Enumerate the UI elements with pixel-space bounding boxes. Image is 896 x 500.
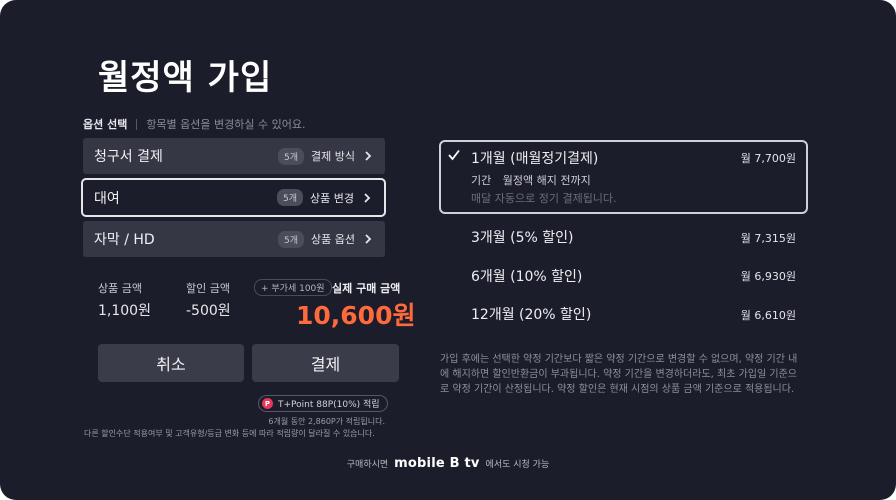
chevron-right-icon (365, 234, 372, 244)
footer-prefix: 구매하시면 (346, 460, 389, 470)
plan-price-6m: 월 6,930원 (740, 270, 796, 283)
discount-amount-value: -500원 (186, 303, 231, 319)
footer-suffix: 에서도 시청 가능 (485, 460, 550, 470)
footer: 구매하시면 mobile B tv 에서도 시청 가능 (0, 456, 896, 471)
plan-title-1m[interactable]: 1개월 (매월정기결제) (471, 148, 598, 168)
option-meta: 결제 방식 (311, 150, 355, 163)
final-amount-value: 10,600원 (296, 301, 416, 330)
brand-logo: mobile B tv (394, 456, 480, 471)
option-label: 대여 (94, 190, 120, 207)
option-count-badge: 5개 (278, 147, 305, 165)
point-chip-text: T+Point 88P(10%) 적립 (278, 400, 380, 410)
option-label: 청구서 결제 (94, 149, 163, 165)
vat-chip: + 부가세 100원 (254, 279, 332, 296)
divider (136, 118, 138, 130)
options-header: 옵션 선택 항목별 옵션을 변경하실 수 있어요. (83, 116, 305, 132)
point-chip: P T+Point 88P(10%) 적립 (258, 395, 388, 412)
option-row-subtitle-hd[interactable]: 자막 / HD 5개 상품 옵션 (83, 221, 385, 257)
check-icon (448, 149, 460, 161)
plan-price-3m: 월 7,315원 (740, 232, 796, 245)
commitment-disclaimer: 가입 후에는 선택한 약정 기간보다 짧은 약정 기간으로 변경할 수 없으며,… (440, 354, 798, 395)
page-title: 월정액 가입 (98, 58, 273, 98)
discount-amount-label: 할인 금액 (186, 282, 230, 295)
chevron-right-icon (364, 192, 371, 203)
plan-price-1m: 월 7,700원 (740, 152, 796, 165)
point-icon: P (262, 398, 273, 409)
plan-period: 기간 월정액 해지 전까지 (471, 172, 591, 188)
subscription-dialog: 월정액 가입 옵션 선택 항목별 옵션을 변경하실 수 있어요. 청구서 결제 … (0, 0, 896, 500)
options-header-hint: 항목별 옵션을 변경하실 수 있어요. (146, 118, 306, 131)
plan-period-value: 월정액 해지 전까지 (502, 174, 591, 187)
plan-title-12m[interactable]: 12개월 (20% 할인) (471, 304, 591, 324)
chevron-right-icon (365, 151, 372, 161)
plan-period-label: 기간 (471, 174, 492, 187)
plan-note: 매달 자동으로 정기 결제됩니다. (471, 192, 617, 205)
final-amount-label: 실제 구매 금액 (332, 282, 401, 295)
option-meta: 상품 변경 (310, 191, 354, 205)
cancel-button[interactable]: 취소 (98, 344, 244, 382)
plan-title-6m[interactable]: 6개월 (10% 할인) (471, 266, 582, 286)
plan-price-12m: 월 6,610원 (740, 309, 796, 322)
option-row-billing[interactable]: 청구서 결제 5개 결제 방식 (83, 138, 385, 174)
option-count-badge: 5개 (278, 230, 305, 248)
option-row-rental[interactable]: 대여 5개 상품 변경 (81, 178, 386, 217)
pay-button[interactable]: 결제 (252, 344, 399, 382)
point-note: 6개월 동안 2,860P가 적립됩니다. (268, 417, 385, 426)
option-label: 자막 / HD (94, 232, 155, 248)
option-meta: 상품 옵션 (311, 233, 355, 246)
option-count-badge: 5개 (277, 189, 304, 206)
plan-title-3m[interactable]: 3개월 (5% 할인) (471, 227, 573, 247)
product-amount-label: 상품 금액 (98, 282, 142, 295)
options-header-label: 옵션 선택 (83, 118, 128, 131)
product-amount-value: 1,100원 (98, 303, 151, 319)
point-disclaimer: 다른 할인수단 적용여부 및 고객유형/등급 변화 등에 따라 적립량이 달라질… (84, 429, 375, 438)
